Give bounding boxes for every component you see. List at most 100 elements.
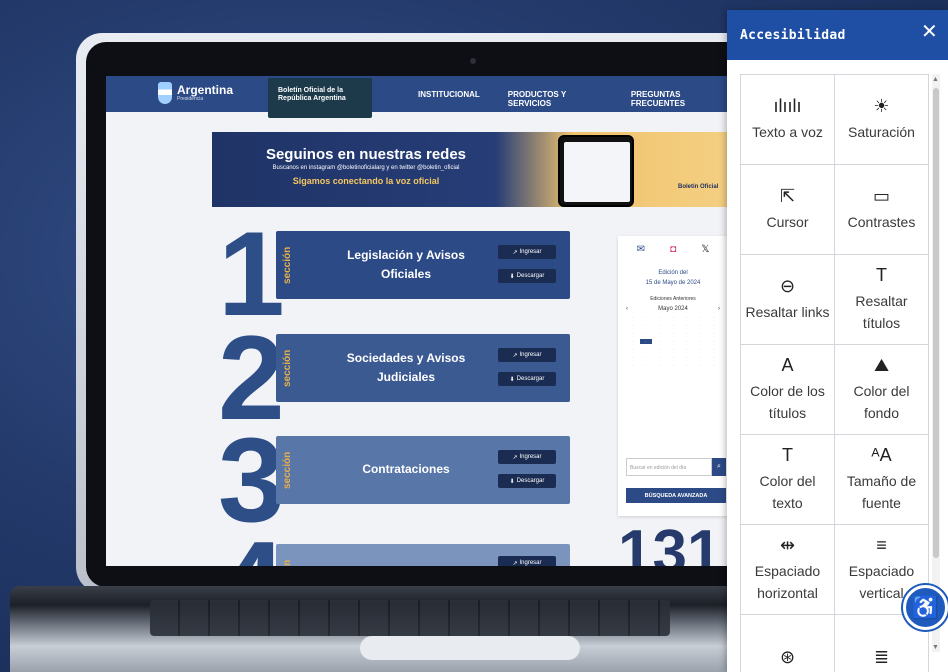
x-twitter-icon[interactable]: 𝕏 <box>701 244 709 255</box>
banner-tag: Sigamos conectando la voz oficial <box>292 176 440 186</box>
ingresar-button[interactable]: ↗ Ingresar <box>498 348 556 362</box>
edition-search-input[interactable]: Buscar en edición del día <box>626 458 712 476</box>
section-label: sección <box>282 349 293 387</box>
scroll-down-icon[interactable]: ▼ <box>932 644 939 651</box>
chevron-left-icon[interactable]: ‹ <box>626 306 628 312</box>
accessibility-option[interactable]: T Resaltar títulos <box>835 255 929 345</box>
phone-mockup <box>558 135 634 207</box>
accessibility-option-label: Resaltar títulos <box>855 292 908 331</box>
accessibility-option[interactable]: A Color de los títulos <box>741 345 835 435</box>
download-icon: ⬇ <box>509 376 515 383</box>
edition-number: 131 <box>618 518 722 567</box>
accessibility-option[interactable]: ılıılı Texto a voz <box>741 75 835 165</box>
section-card[interactable]: sección ↗Ingresar <box>276 544 570 566</box>
download-icon: ⬇ <box>509 273 515 280</box>
accessibility-option[interactable]: ⇹ Espaciado horizontal <box>741 525 835 615</box>
banner-title: Seguinos en nuestras redes <box>265 146 467 163</box>
monitor-icon: ▭ <box>872 185 890 206</box>
section-number: 4 <box>218 524 285 566</box>
social-links: ✉ ◘ 𝕏 <box>618 236 728 263</box>
chevron-right-icon[interactable]: › <box>718 306 720 312</box>
laptop-camera <box>470 58 476 64</box>
section-title: Contrataciones <box>362 462 450 477</box>
section-card[interactable]: sección Legislación y Avisos Oficiales ↗… <box>276 231 570 299</box>
download-icon: ⬇ <box>509 478 515 485</box>
site-header: Argentina Presidencia Boletín Oficial de… <box>106 76 728 118</box>
brand-logo[interactable]: Argentina Presidencia <box>158 82 233 104</box>
accessibility-option-label: Saturación <box>848 123 915 140</box>
coat-of-arms-icon <box>158 82 172 104</box>
descargar-button[interactable]: ⬇ Descargar <box>498 372 556 386</box>
font-size-icon: ᴬA <box>871 444 892 465</box>
accessibility-person-icon: ♿ <box>911 594 940 620</box>
ingresar-button[interactable]: ↗ Ingresar <box>498 450 556 464</box>
accessibility-option-label: Contrastes <box>847 213 916 230</box>
nav-productos[interactable]: PRODUCTOS Y SERVICIOS <box>508 90 603 108</box>
accessibility-option-label: Tamaño de fuente <box>846 472 917 511</box>
boletin-logo[interactable]: Boletín Oficial de la República Argentin… <box>268 78 372 118</box>
search-icon[interactable]: ⌕ <box>712 458 726 476</box>
external-link-icon: ↗ <box>512 352 518 359</box>
laptop-trackpad <box>360 636 580 660</box>
edition-widget: ✉ ◘ 𝕏 Edición del 15 de Mayo de 2024 Edi… <box>618 236 728 516</box>
color-circles-icon: ⊛ <box>779 646 796 667</box>
brand-name: Argentina <box>177 83 234 97</box>
nav-preguntas[interactable]: PREGUNTAS FRECUENTES <box>631 90 728 108</box>
ingresar-button[interactable]: ↗ Ingresar <box>498 556 556 566</box>
accessibility-option[interactable]: T Color del texto <box>741 435 835 525</box>
image-icon: ⛰ <box>873 354 890 375</box>
accessibility-option[interactable]: ☀ Saturación <box>835 75 929 165</box>
calendar-month: ‹ Mayo 2024 › <box>626 306 720 313</box>
align-lines-icon: ≣ <box>873 646 890 667</box>
external-link-icon: ↗ <box>512 560 518 567</box>
social-banner[interactable]: Seguinos en nuestras redes Buscanos en i… <box>212 132 728 207</box>
text-color-a-icon: A <box>781 354 794 375</box>
nav-institucional[interactable]: INSTITUCIONAL <box>418 90 480 108</box>
scroll-up-icon[interactable]: ▲ <box>932 76 939 83</box>
accessibility-option[interactable]: ⊛ <box>741 615 835 672</box>
edition-date[interactable]: Edición del 15 de Mayo de 2024 <box>618 269 728 288</box>
accessibility-option-label: Color del texto <box>759 472 816 511</box>
text-box-icon: T <box>782 444 793 465</box>
accessibility-option[interactable]: ᴬA Tamaño de fuente <box>835 435 929 525</box>
section-label: sección <box>282 451 293 489</box>
close-icon[interactable]: ✕ <box>921 22 938 42</box>
descargar-button[interactable]: ⬇ Descargar <box>498 474 556 488</box>
title-t-icon: T <box>876 264 887 285</box>
email-icon[interactable]: ✉ <box>637 244 645 255</box>
laptop-screen: Argentina Presidencia Boletín Oficial de… <box>106 76 728 566</box>
accessibility-option[interactable]: ⇱ Cursor <box>741 165 835 255</box>
accessibility-button[interactable]: ♿ <box>903 585 948 630</box>
panel-scroll-thumb[interactable] <box>933 88 939 558</box>
banner-sub: Buscanos en instagram @boletinoficialarg… <box>272 165 460 171</box>
vertical-spacing-icon: ≡ <box>876 534 887 555</box>
accessibility-title: Accesibilidad <box>740 28 846 43</box>
accessibility-option-label: Texto a voz <box>752 123 823 140</box>
accessibility-option-label: Resaltar links <box>745 303 830 320</box>
section-label: sección <box>282 246 293 284</box>
descargar-button[interactable]: ⬇ Descargar <box>498 269 556 283</box>
section-title: Legislación y Avisos Oficiales <box>347 247 465 281</box>
brand-sub: Presidencia <box>177 96 204 102</box>
section-card[interactable]: sección Contrataciones ↗ Ingresar ⬇ Descar… <box>276 436 570 504</box>
site-nav: INSTITUCIONAL PRODUCTOS Y SERVICIOS PREG… <box>418 90 728 108</box>
external-link-icon: ↗ <box>512 454 518 461</box>
accessibility-panel: Accesibilidad ✕ ılıılı Texto a voz ☀ Satura… <box>727 10 948 672</box>
accessibility-option[interactable]: ⛰ Color del fondo <box>835 345 929 435</box>
external-link-icon: ↗ <box>512 249 518 256</box>
accessibility-option[interactable]: ⊖ Resaltar links <box>741 255 835 345</box>
banner-logo: Boletín Oficial <box>678 184 719 190</box>
advanced-search-button[interactable]: BÚSQUEDA AVANZADA <box>626 488 726 503</box>
section-card[interactable]: sección Sociedades y Avisos Judiciales ↗… <box>276 334 570 402</box>
ingresar-button[interactable]: ↗ Ingresar <box>498 245 556 259</box>
calendar-grid[interactable]: · · · · · · · · · · · · · · · · · · · · · · · · · · · · · · · · · · · … <box>626 315 720 368</box>
section-label: sección <box>282 544 300 566</box>
audio-wave-icon: ılıılı <box>773 95 802 116</box>
accessibility-options: ılıılı Texto a voz ☀ Saturación ⇱ Cursor ▭ Cont… <box>740 74 929 672</box>
accessibility-option[interactable]: ▭ Contrastes <box>835 165 929 255</box>
instagram-icon[interactable]: ◘ <box>670 244 676 255</box>
section-title: Sociedades y Avisos Judiciales <box>346 350 466 384</box>
cursor-icon: ⇱ <box>779 185 796 206</box>
horizontal-spacing-icon: ⇹ <box>779 534 796 555</box>
link-icon: ⊖ <box>779 275 796 296</box>
